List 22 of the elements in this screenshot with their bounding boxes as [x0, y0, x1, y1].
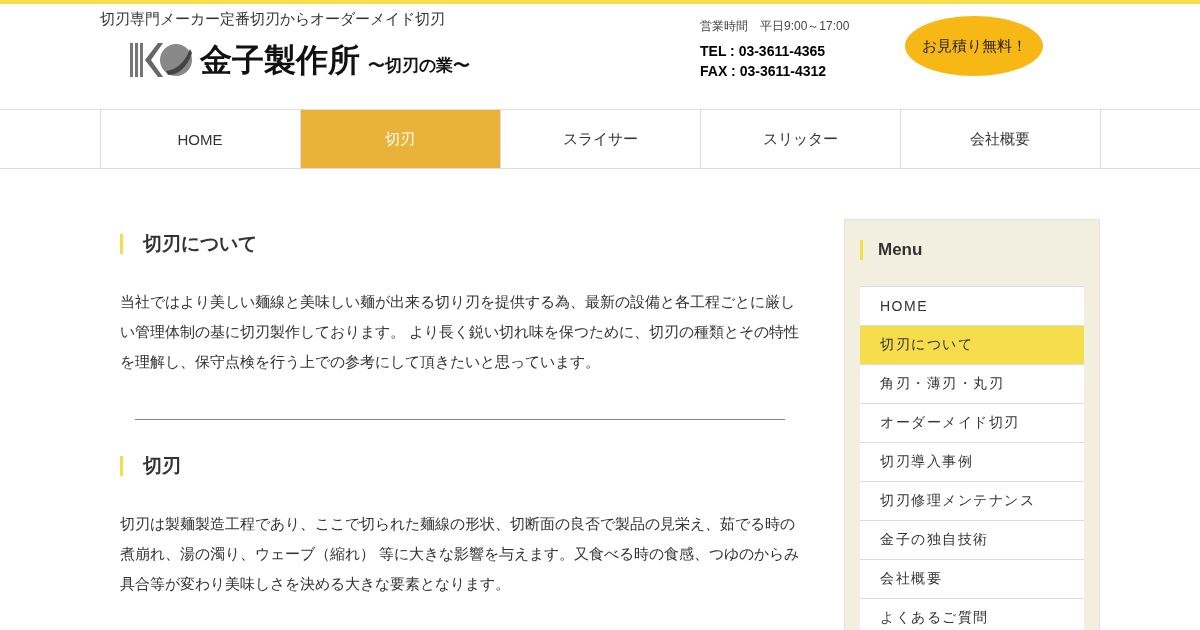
- section-heading: 切刃について: [120, 234, 800, 254]
- slogan: 〜切刃の業〜: [368, 55, 470, 77]
- menu-item[interactable]: 切刃について: [860, 326, 1084, 365]
- quote-button[interactable]: お見積り無料！: [905, 16, 1044, 76]
- menu-item[interactable]: 会社概要: [860, 560, 1084, 599]
- paragraph: 当社ではより美しい麺線と美味しい麺が出来る切り刃を提供する為、最新の設備と各工程ごとに厳しい管理体制の基に切刃製作しております。 より長く鋭い切れ味を保つために、切刃の種類とその特性を理解し、保守点検を行う上での参考にして頂きたいと思っています。: [120, 292, 800, 372]
- fax-number: FAX : 03-3611-4312: [700, 62, 828, 81]
- menu-item[interactable]: 角刃・薄刃・丸刃: [860, 365, 1084, 404]
- menu-item[interactable]: 切刃導入事例: [860, 443, 1084, 482]
- paragraph: 切刃は製麺製造工程であり、ここで切られた麺線の形状、切断面の良否で製品の見栄え、茹でる時の煮崩れ、湯の濁り、ウェーブ（縮れ） 等に大きな影響を与えます。又食べる時の食感、つゆのからみ具合等が変わり美味しさを決める大きな要素となります。: [120, 514, 800, 594]
- menu-item[interactable]: よくあるご質問: [860, 599, 1084, 630]
- section-heading: 切刃: [120, 456, 800, 476]
- logo-icon: [130, 41, 192, 79]
- tagline: 切刃専門メーカー定番切刃からオーダーメイド切刃: [100, 10, 446, 29]
- menu-item[interactable]: 切刃修理メンテナンス: [860, 482, 1084, 521]
- phone-number: TEL : 03-3611-4365: [700, 42, 827, 61]
- sidebar-heading: Menu: [860, 240, 1084, 260]
- company-name: 金子製作所: [200, 41, 360, 79]
- menu-item[interactable]: オーダーメイド切刃: [860, 404, 1084, 443]
- business-hours: 営業時間 平日9:00～17:00: [700, 18, 850, 35]
- menu-item[interactable]: 金子の独自技術: [860, 521, 1084, 560]
- menu-item[interactable]: HOME: [860, 287, 1084, 326]
